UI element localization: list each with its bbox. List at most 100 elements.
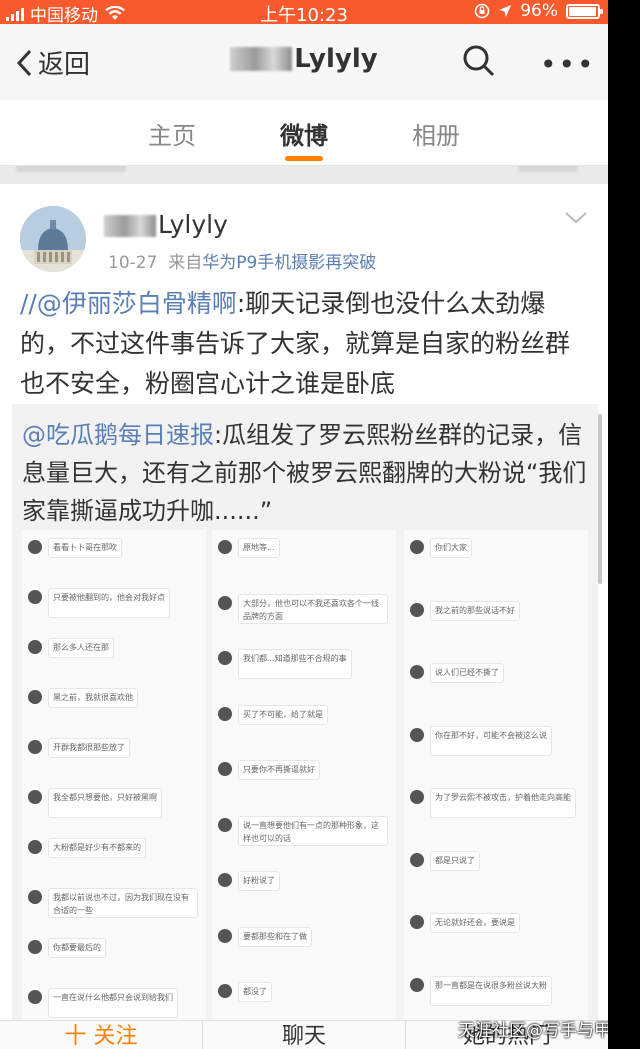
chat-message: 好粉说了	[218, 871, 392, 892]
chat-avatar	[410, 665, 424, 679]
chat-bubble: 你都要最后的	[48, 938, 106, 958]
dome-building-icon	[20, 206, 86, 272]
chat-message: 都是只说了	[410, 850, 584, 871]
battery-icon	[566, 3, 603, 19]
author-name-text: Lylyly	[158, 210, 228, 239]
search-icon	[463, 45, 495, 77]
chat-message: 我们都...知道那些不合规的事	[218, 649, 392, 680]
chat-message: 你都要最后的	[28, 938, 202, 958]
tab-album[interactable]: 相册	[405, 116, 467, 165]
scroll-indicator	[598, 414, 602, 584]
chat-avatar	[410, 852, 424, 867]
chat-bubble: 开群我都很那些放了	[48, 738, 130, 758]
chat-avatar	[410, 540, 424, 554]
chat-avatar	[218, 873, 232, 888]
more-dots-icon: •••	[540, 48, 596, 81]
post-menu-button[interactable]	[564, 210, 588, 229]
filter-strip	[0, 166, 608, 184]
reposted-content[interactable]: @吃瓜鹅每日速报:瓜组发了罗云熙粉丝群的记录，信息量巨大，还有之前那个被罗云熙翻…	[12, 404, 598, 1034]
chat-avatar	[28, 790, 42, 804]
chat-bubble: 都没了	[238, 982, 272, 1003]
chat-message: 原地等...	[218, 538, 392, 558]
chat-bubble: 黑之前，我就很喜欢他	[48, 688, 138, 708]
chat-avatar	[218, 651, 232, 666]
profile-tabs: 主页 微博 相册	[0, 100, 608, 166]
page-title: Lylyly	[0, 44, 608, 74]
tab-home[interactable]: 主页	[141, 116, 203, 165]
chat-avatar	[410, 602, 424, 617]
page-title-text: Lylyly	[294, 44, 378, 74]
chat-message: 看看卜卜哥在那吹	[28, 538, 202, 558]
chat-avatar	[218, 817, 232, 832]
chat-avatar	[28, 640, 42, 654]
chat-avatar	[28, 990, 42, 1004]
repost-text: @吃瓜鹅每日速报:瓜组发了罗云熙粉丝群的记录，信息量巨大，还有之前那个被罗云熙翻…	[22, 416, 592, 530]
weibo-profile-screen: 中国移动 上午10:23 96% 返回 Lylyly ••• 主页 微博 相册	[0, 0, 608, 1049]
post-text: //@伊丽莎白骨精啊:聊天记录倒也没什么太劲爆的，不过这件事告诉了大家，就算是自…	[20, 284, 590, 404]
chat-message: 大部分，他也可以不我还喜欢各个一线品牌的方面	[218, 593, 392, 624]
battery-level	[569, 6, 596, 16]
chat-message: 买了不可能，给了就是	[218, 704, 392, 725]
chat-bubble: 只要你不再撕逼就好	[238, 760, 320, 781]
chat-message: 我之前的那些说话不好	[410, 600, 584, 621]
chevron-down-icon	[565, 212, 587, 224]
more-options-button[interactable]: •••	[540, 48, 596, 81]
chat-avatar	[410, 727, 424, 742]
chat-message: 都没了	[218, 982, 392, 1003]
chat-message: 大粉都是好少有不都来的	[28, 838, 202, 858]
blurred-author	[104, 215, 156, 237]
chat-message: 为了罗云熙不被攻击，护着他走向高能	[410, 788, 584, 818]
post-card: Lylyly 10-27 来自华为P9手机摄影再突破 //@伊丽莎白骨精啊:聊天…	[0, 184, 608, 1034]
mention-link[interactable]: //@伊丽莎白骨精啊	[20, 289, 237, 318]
chat-message: 只要被他翻到的，他会对我好点	[28, 588, 202, 618]
chat-bubble: 大粉都是好少有不都来的	[48, 838, 146, 858]
chat-avatar	[218, 595, 232, 610]
avatar[interactable]	[20, 206, 86, 272]
battery-percent: 96%	[520, 1, 558, 21]
chat-avatar	[218, 984, 232, 999]
chat-message: 无论就好还会，要说是	[410, 913, 584, 933]
chat-bubble: 都是只说了	[430, 850, 480, 871]
tab-weibo[interactable]: 微博	[273, 116, 335, 165]
chat-button[interactable]: 聊天	[203, 1021, 406, 1049]
chat-bubble: 大部分，他也可以不我还喜欢各个一线品牌的方面	[238, 593, 388, 624]
search-button[interactable]	[462, 44, 496, 82]
chat-avatar	[28, 940, 42, 954]
chat-message: 那一直都是在说很多粉丝说大粉	[410, 975, 584, 1006]
chat-screenshot-1[interactable]: 看看卜卜哥在那吹只要被他翻到的，他会对我好点那么多人还在那黑之前，我就很喜欢他开…	[22, 530, 206, 1034]
chat-message: 黑之前，我就很喜欢他	[28, 688, 202, 708]
author-name[interactable]: Lylyly	[104, 210, 228, 239]
chat-avatar	[410, 977, 424, 992]
source-prefix: 来自	[168, 253, 203, 273]
chat-bubble: 说人们已经不撕了	[430, 663, 504, 683]
chat-message: 你在那不好，可能不会被这么说	[410, 725, 584, 756]
chat-avatar	[28, 740, 42, 754]
chat-screenshot-2[interactable]: 原地等... 大部分，他也可以不我还喜欢各个一线品牌的方面 我们都...知道那些不合…	[212, 530, 396, 1034]
chat-bubble: 看看卜卜哥在那吹	[48, 538, 122, 558]
chat-bubble: 好粉说了	[238, 871, 280, 892]
chat-bubble: 我全都只想要他，只好被黑啊	[48, 788, 162, 818]
post-meta: 10-27 来自华为P9手机摄影再突破	[108, 248, 376, 273]
chat-bubble: 你们大家	[430, 538, 472, 558]
chat-bubble: 为了罗云熙不被攻击，护着他走向高能	[430, 788, 576, 818]
chat-screenshot-3[interactable]: 你们大家我之前的那些说话不好 说人们已经不撕了你在那不好，可能不会被这么说为了罗云…	[404, 530, 588, 1034]
post-source[interactable]: 华为P9手机摄影再突破	[202, 253, 376, 273]
chat-message: 你们大家	[410, 538, 584, 558]
chat-bubble: 原地等...	[238, 538, 280, 558]
chat-bubble: 买了不可能，给了就是	[238, 704, 328, 725]
lock-rotation-icon	[474, 3, 490, 19]
repost-mention-link[interactable]: @吃瓜鹅每日速报	[22, 421, 214, 449]
chat-avatar	[28, 690, 42, 704]
chat-bubble: 那么多人还在那	[48, 638, 114, 658]
chat-avatar	[218, 762, 232, 777]
chat-bubble: 我们都...知道那些不合规的事	[238, 649, 352, 680]
chat-bubble: 无论就好还会，要说是	[430, 913, 520, 933]
chat-message: 只要你不再撕逼就好	[218, 760, 392, 781]
chat-message: 那么多人还在那	[28, 638, 202, 658]
chat-bubble: 我都以前说也不过，因为我们现在没有合适的一些	[48, 888, 198, 918]
chat-avatar	[28, 840, 42, 854]
chat-avatar	[28, 890, 42, 904]
follow-button[interactable]: 十 关注	[0, 1021, 203, 1049]
chat-message: 说人们已经不撕了	[410, 663, 584, 683]
chat-bubble: 我之前的那些说话不好	[430, 600, 520, 621]
